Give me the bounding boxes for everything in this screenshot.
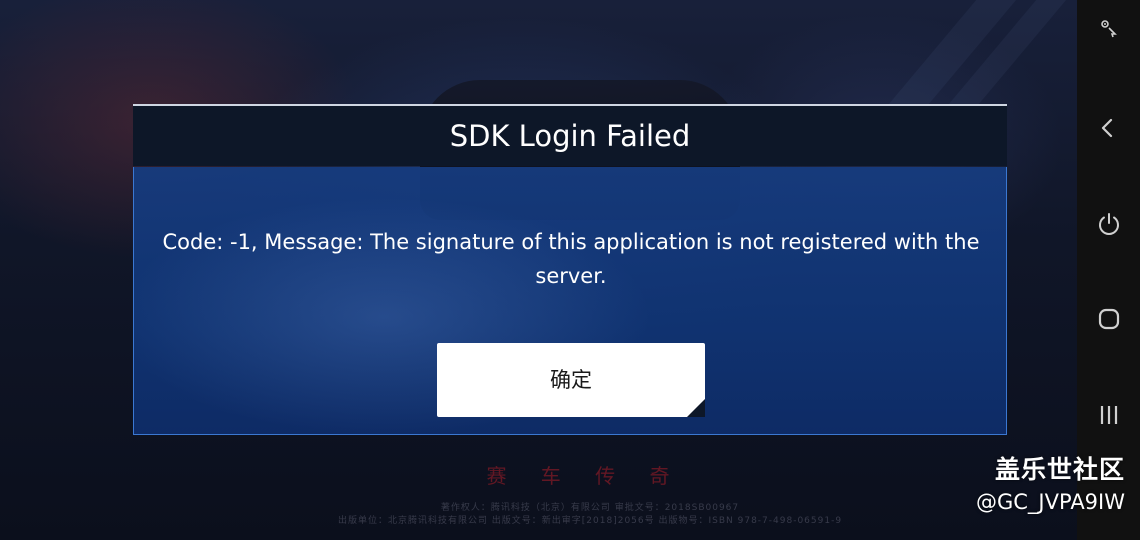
recent-apps-button[interactable] (1077, 392, 1140, 436)
background-footer-text: 出版单位：北京腾讯科技有限公司 出版文号：新出审字[2018]2056号 出版物… (337, 516, 843, 526)
error-message: Code: -1, Message: The signature of this… (162, 230, 980, 288)
error-dialog: SDK Login Failed Code: -1, Message: The … (133, 104, 1007, 435)
dialog-title: SDK Login Failed (449, 119, 691, 153)
pointer-gesture-icon (1101, 20, 1117, 38)
recent-apps-icon (1100, 406, 1118, 424)
back-chevron-icon (1101, 118, 1113, 138)
back-button[interactable] (1077, 106, 1140, 150)
dialog-body: Code: -1, Message: The signature of this… (133, 167, 1007, 435)
screen: 赛 车 传 奇 著作权人：腾讯科技（北京）有限公司 审批文号：2018SB009… (0, 0, 1140, 540)
power-button[interactable] (1077, 201, 1140, 245)
confirm-button[interactable]: 确定 (437, 343, 705, 417)
background-game-logo: 赛 车 传 奇 (486, 464, 684, 488)
background-footer-text: 著作权人：腾讯科技（北京）有限公司 审批文号：2018SB00967 (440, 503, 740, 513)
dialog-header: SDK Login Failed (133, 104, 1007, 166)
home-icon (1098, 308, 1120, 330)
button-corner-mark (687, 399, 705, 417)
watermark-title: 盖乐世社区 (994, 455, 1125, 484)
confirm-button-label: 确定 (550, 368, 592, 392)
watermark-username: @GC_JVPA9IW (976, 490, 1125, 514)
power-icon (1099, 213, 1119, 235)
home-button[interactable] (1077, 296, 1140, 340)
pointer-gesture-button[interactable] (1077, 6, 1140, 50)
